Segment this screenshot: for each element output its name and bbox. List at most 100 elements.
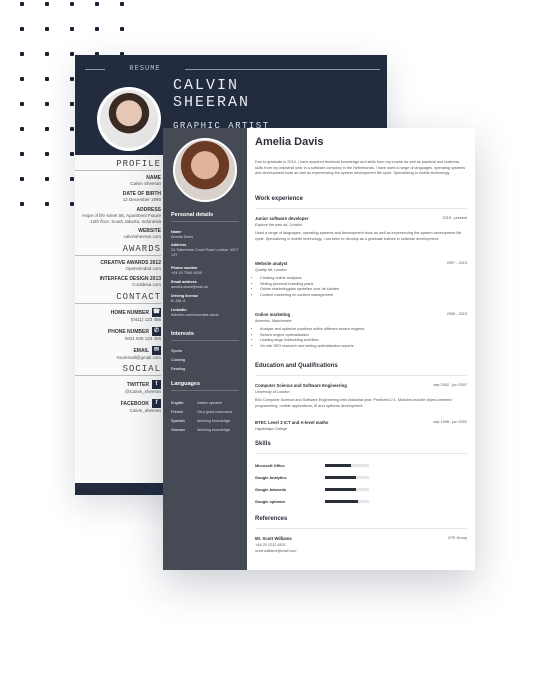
- skill-bar-fill: [325, 464, 352, 467]
- section-divider: [255, 375, 467, 376]
- job-description: Used a range of languages, operating sys…: [255, 231, 462, 241]
- education-description: BSc Computer Science and Software Engine…: [255, 398, 452, 408]
- sidebar-heading-interests: Interests: [171, 331, 194, 337]
- field-label: Email address: [171, 280, 197, 284]
- section-heading-references: References: [255, 516, 288, 522]
- field-label: Name: [171, 230, 182, 234]
- list-item: On site SEO research and writing optimal…: [260, 344, 466, 350]
- section-heading-social: SOCIAL: [75, 364, 161, 377]
- education-title: Computer Science and Software Engineerin…: [255, 383, 347, 388]
- job-date: 2005 - 2015: [446, 312, 467, 316]
- list-item: Content marketing en content management: [260, 293, 466, 299]
- dot: [20, 2, 24, 6]
- skill-bar: [325, 464, 369, 467]
- field-value: Openminded.com: [125, 266, 161, 272]
- mobile-icon: ✆: [152, 326, 161, 336]
- section-heading-profile: PROFILE: [75, 159, 161, 171]
- interest-item: Sports: [171, 349, 182, 353]
- education-school: Highbridge College: [255, 427, 288, 431]
- reference-company: CPE Group: [447, 536, 467, 540]
- dot: [20, 52, 24, 56]
- job-title: Junior software developer: [255, 216, 309, 221]
- dot: [95, 27, 99, 31]
- field-label: PHONE NUMBER ✆: [107, 326, 161, 336]
- reference-phone: +44 20 1212 4821: [255, 543, 286, 547]
- field-label: TWITTER t: [75, 380, 161, 390]
- field-value: amelia.davis@mail.uk: [171, 285, 208, 289]
- field-label: FACEBOOK f: [75, 399, 161, 409]
- dot: [120, 2, 124, 6]
- section-divider: [255, 528, 467, 529]
- job-title: Online marketing: [255, 312, 291, 317]
- skill-bar: [325, 488, 369, 491]
- dot: [20, 27, 24, 31]
- job-bullets: Analyse and optimize positions within di…: [260, 327, 466, 350]
- language-row: German Working knowledge: [171, 428, 231, 432]
- job-company: Explore the web ltd, London: [255, 223, 303, 227]
- section-divider: [255, 453, 467, 454]
- dot: [45, 52, 49, 56]
- skill-bar-fill: [325, 488, 356, 491]
- reference-name: Mr. Scott Williams: [255, 536, 292, 541]
- dot: [45, 202, 49, 206]
- dot: [20, 102, 24, 106]
- mail-icon: ✉: [152, 345, 161, 355]
- dot: [20, 202, 24, 206]
- intro-paragraph: Due to graduate in 2014, I have acquired…: [255, 160, 465, 175]
- dot: [45, 152, 49, 156]
- education-date: sep 1998 - jun 2002: [433, 420, 467, 424]
- profile-photo: [173, 138, 237, 202]
- resume-label: RESUME: [129, 65, 161, 73]
- facebook-icon: f: [152, 399, 161, 409]
- dot: [45, 77, 49, 81]
- section-heading-awards: AWARDS: [75, 244, 161, 257]
- field-value: Hope of life street 56, Apartment Future…: [82, 212, 161, 224]
- skill-bar-fill: [325, 476, 356, 479]
- field-label: EMAIL ✉: [133, 345, 161, 355]
- reference-email: scott.williams@mail.com: [255, 549, 297, 553]
- sidebar-divider: [171, 221, 239, 222]
- profile-photo: [97, 87, 161, 151]
- skill-name: Google Analytics: [255, 475, 287, 480]
- education-date: sep 2002 - jun 2007: [433, 383, 467, 387]
- education-school: University of London: [255, 390, 290, 394]
- dot: [70, 102, 74, 106]
- resume-sidebar: Personal details Name Amelia Davis Addre…: [163, 128, 247, 570]
- last-name: SHEERAN: [173, 94, 251, 111]
- section-heading-skills: Skills: [255, 441, 271, 447]
- dot: [95, 2, 99, 6]
- field-value: +44 20 7946 0636: [171, 271, 202, 275]
- resume-template-front[interactable]: Personal details Name Amelia Davis Addre…: [163, 128, 475, 570]
- skill-bar: [325, 476, 369, 479]
- dot: [45, 2, 49, 6]
- sidebar-heading-personal: Personal details: [171, 212, 214, 218]
- section-heading-work: Work experience: [255, 196, 303, 202]
- dot: [45, 127, 49, 131]
- header-rule-right: [185, 69, 380, 70]
- sidebar-heading-languages: Languages: [171, 381, 201, 387]
- dot: [120, 27, 124, 31]
- resume-name: Amelia Davis: [255, 136, 324, 148]
- section-heading-education: Education and Qualifications: [255, 363, 338, 369]
- language-row: French Very good command: [171, 410, 232, 414]
- section-divider: [255, 208, 467, 209]
- job-date: 2007 - 2015: [446, 261, 467, 265]
- skill-bar: [325, 500, 369, 503]
- field-value: 12 December 1990: [122, 196, 161, 202]
- education-title: BTEC Level 3 ICT and A-level maths: [255, 420, 329, 425]
- skill-name: Google Adwords: [255, 487, 286, 492]
- sidebar-divider: [171, 390, 239, 391]
- field-value: (0411) 123 456: [130, 316, 161, 322]
- field-label: LinkedIn: [171, 308, 187, 312]
- field-value: B, AM, A: [171, 299, 186, 303]
- sidebar-divider: [171, 340, 239, 341]
- job-company: Quality ltd, London: [255, 268, 287, 272]
- field-value: Calvin Sheeran: [130, 181, 161, 186]
- first-name: CALVIN: [173, 77, 240, 94]
- dot: [20, 77, 24, 81]
- job-title: Website analyst: [255, 261, 288, 266]
- dot: [45, 27, 49, 31]
- field-value: Calvin_sheeran: [129, 408, 161, 414]
- dot: [70, 77, 74, 81]
- field-value: linkedin.com/in/amelia-davis: [171, 313, 219, 317]
